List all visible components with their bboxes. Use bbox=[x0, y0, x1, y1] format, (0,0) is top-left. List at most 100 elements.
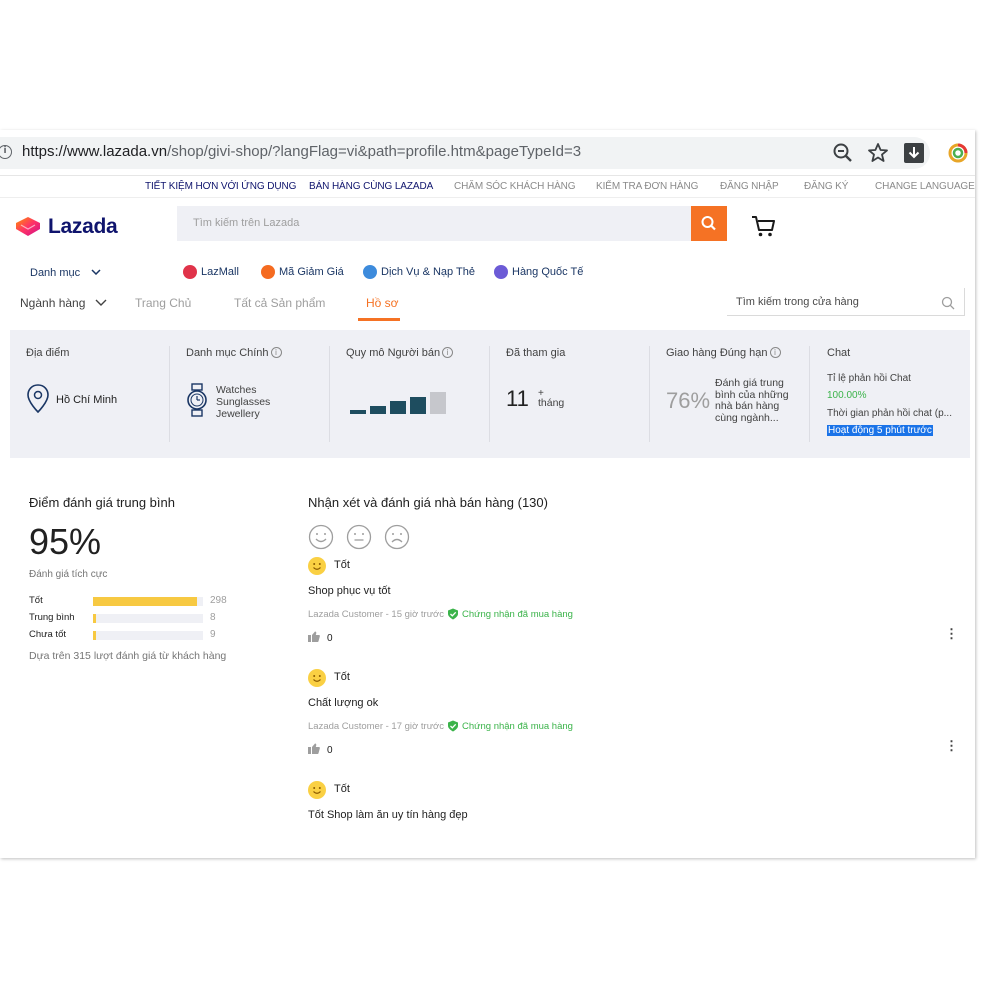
sad-face-icon[interactable] bbox=[384, 524, 410, 550]
cart-icon[interactable] bbox=[751, 214, 777, 238]
search-button[interactable] bbox=[691, 206, 727, 241]
seller-size-label: Quy mô Người bán i bbox=[346, 347, 454, 359]
info-icon[interactable]: i bbox=[769, 347, 781, 358]
review-text: Shop phục vụ tốt bbox=[308, 585, 391, 597]
zoom-out-icon[interactable] bbox=[831, 141, 855, 165]
ontime-description: Đánh giá trung bình của những nhà bán hà… bbox=[715, 378, 789, 424]
rating-row-label: Tốt bbox=[29, 595, 43, 606]
chip-label: LazMall bbox=[201, 266, 239, 278]
top-link-login[interactable]: ĐĂNG NHẬP bbox=[720, 181, 779, 192]
bookmark-star-icon[interactable] bbox=[866, 141, 890, 165]
top-link-care[interactable]: CHĂM SÓC KHÁCH HÀNG bbox=[454, 181, 576, 192]
more-options-icon[interactable]: ⋮ bbox=[945, 627, 958, 640]
chat-active-status: Hoạt động 5 phút trước bbox=[827, 425, 933, 436]
category-menu[interactable]: Danh mục bbox=[30, 267, 101, 279]
active-tab-indicator bbox=[358, 318, 400, 321]
ratings-section: Điểm đánh giá trung bình 95% Đánh giá tí… bbox=[10, 475, 970, 858]
joined-label: Đã tham gia bbox=[506, 347, 566, 359]
like-icon[interactable] bbox=[308, 631, 320, 642]
top-link-register[interactable]: ĐĂNG KÝ bbox=[804, 181, 848, 192]
category-item: Watches bbox=[216, 384, 257, 396]
extension-icon[interactable] bbox=[946, 141, 970, 165]
review-sentiment: Tốt bbox=[334, 783, 350, 795]
tab-home[interactable]: Trang Chủ bbox=[135, 296, 191, 310]
topup-icon bbox=[363, 265, 377, 279]
verified-shield-icon bbox=[448, 608, 458, 620]
info-icon[interactable]: i bbox=[442, 347, 454, 358]
divider bbox=[329, 346, 330, 442]
happy-face-icon bbox=[308, 781, 326, 799]
chip-lazmall[interactable]: LazMall bbox=[183, 263, 239, 281]
rating-row-label: Chưa tốt bbox=[29, 629, 66, 640]
seller-size-text: Quy mô Người bán bbox=[346, 347, 441, 359]
main-category-text: Danh mục Chính bbox=[186, 347, 269, 359]
main-category-block: Danh mục Chính i Watches Sunglasses Jewel… bbox=[186, 330, 336, 458]
ontime-text: Giao hàng Đúng hạn bbox=[666, 347, 768, 359]
review-item: Tốt Chất lượng ok Lazada Customer - 17 g… bbox=[308, 669, 958, 779]
rating-row-bar bbox=[93, 631, 203, 640]
info-icon[interactable]: i bbox=[270, 347, 282, 358]
review-meta: Lazada Customer - 15 giờ trước bbox=[308, 609, 445, 620]
rating-row-count: 8 bbox=[210, 612, 216, 623]
rating-row-label: Trung bình bbox=[29, 612, 75, 623]
search-input[interactable]: Tìm kiếm trên Lazada bbox=[177, 206, 692, 241]
tab-profile[interactable]: Hồ sơ bbox=[366, 296, 399, 310]
seller-size-meter bbox=[350, 390, 450, 414]
divider bbox=[169, 346, 170, 442]
top-link-sell[interactable]: BÁN HÀNG CÙNG LAZADA bbox=[309, 181, 433, 192]
size-meter-bar bbox=[390, 401, 406, 414]
store-search-placeholder: Tìm kiếm trong cửa hàng bbox=[736, 296, 859, 308]
review-text: Chất lượng ok bbox=[308, 697, 379, 709]
rating-row-count: 9 bbox=[210, 629, 216, 640]
seller-size-block: Quy mô Người bán i bbox=[346, 330, 496, 458]
voucher-icon bbox=[261, 265, 275, 279]
like-count: 0 bbox=[327, 745, 333, 756]
store-search-input[interactable]: Tìm kiếm trong cửa hàng bbox=[727, 288, 965, 316]
chat-time-label: Thời gian phản hồi chat (p... bbox=[827, 408, 952, 419]
url-path: /shop/givi-shop/?langFlag=vi&path=profil… bbox=[167, 143, 582, 160]
rating-row-fill bbox=[93, 614, 96, 623]
download-icon[interactable] bbox=[902, 141, 926, 165]
location-pin-icon bbox=[27, 384, 49, 414]
location-block: Địa điểm Hồ Chí Minh bbox=[26, 330, 176, 458]
tab-label: Ngành hàng bbox=[20, 296, 86, 310]
url-text[interactable]: https://www.lazada.vn/shop/givi-shop/?la… bbox=[22, 143, 581, 160]
tab-categories[interactable]: Ngành hàng bbox=[20, 296, 107, 310]
happy-face-icon bbox=[308, 557, 326, 575]
happy-face-icon[interactable] bbox=[308, 524, 334, 550]
divider bbox=[489, 346, 490, 442]
like-count: 0 bbox=[327, 633, 333, 644]
rating-row-bar bbox=[93, 614, 203, 623]
location-label: Địa điểm bbox=[26, 347, 70, 359]
lazmall-icon bbox=[183, 265, 197, 279]
chip-international[interactable]: Hàng Quốc Tế bbox=[494, 263, 583, 281]
watch-icon bbox=[187, 383, 207, 417]
search-icon[interactable] bbox=[941, 296, 955, 310]
size-meter-bar bbox=[430, 392, 446, 414]
location-value: Hồ Chí Minh bbox=[56, 394, 118, 406]
rating-row-count: 298 bbox=[210, 595, 227, 606]
review-meta: Lazada Customer - 17 giờ trước bbox=[308, 721, 445, 732]
ontime-label: Giao hàng Đúng hạn i bbox=[666, 347, 781, 359]
top-links-bar: TIẾT KIỆM HƠN VỚI ỨNG DỤNG BÁN HÀNG CÙNG… bbox=[0, 176, 975, 198]
review-text: Tốt Shop làm ăn uy tín hàng đẹp bbox=[308, 809, 468, 821]
neutral-face-icon[interactable] bbox=[346, 524, 372, 550]
top-link-language[interactable]: CHANGE LANGUAGE bbox=[875, 181, 975, 192]
chip-voucher[interactable]: Mã Giảm Giá bbox=[261, 263, 344, 281]
more-options-icon[interactable]: ⋮ bbox=[945, 739, 958, 752]
top-link-app[interactable]: TIẾT KIỆM HƠN VỚI ỨNG DỤNG bbox=[145, 181, 296, 192]
rating-score: 95% bbox=[29, 521, 102, 562]
verified-shield-icon bbox=[448, 720, 458, 732]
divider bbox=[649, 346, 650, 442]
top-link-track-order[interactable]: KIỂM TRA ĐƠN HÀNG bbox=[596, 181, 698, 192]
search-placeholder: Tìm kiếm trên Lazada bbox=[193, 217, 300, 229]
search-icon bbox=[701, 216, 716, 231]
chip-label: Dịch Vụ & Nạp Thẻ bbox=[381, 266, 475, 278]
review-sentiment: Tốt bbox=[334, 559, 350, 571]
category-item: Jewellery bbox=[216, 408, 260, 420]
tab-all-products[interactable]: Tất cả Sản phẩm bbox=[234, 296, 325, 310]
size-meter-bar bbox=[350, 410, 366, 414]
like-icon[interactable] bbox=[308, 743, 320, 754]
chip-services[interactable]: Dịch Vụ & Nạp Thẻ bbox=[363, 263, 475, 281]
review-item: Tốt Shop phục vụ tốt Lazada Customer - 1… bbox=[308, 557, 958, 667]
